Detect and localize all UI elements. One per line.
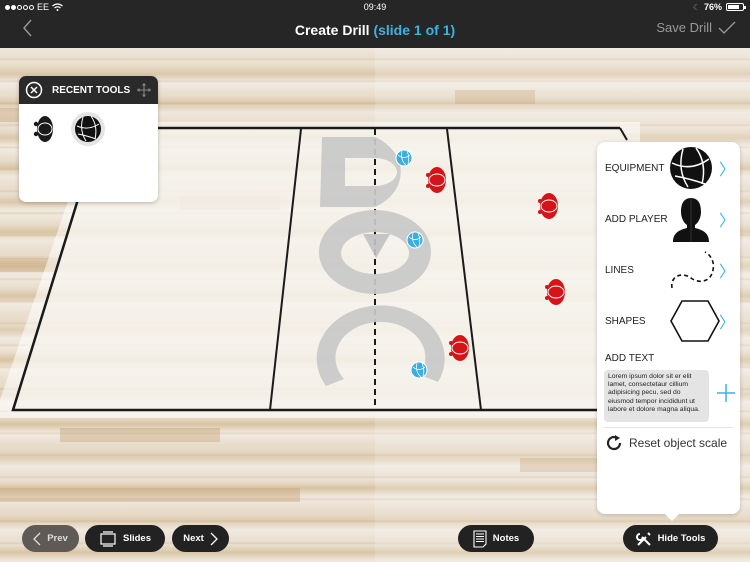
recent-tools-header[interactable]: RECENT TOOLS [19,76,158,104]
tool-shapes-label: SHAPES [605,315,646,327]
recent-tools-panel: RECENT TOOLS [19,76,158,202]
checkmark-icon [718,21,736,34]
chevron-right-icon [210,532,218,545]
slide-indicator: (slide 1 of 1) [373,22,456,38]
ball-marker [406,231,424,249]
battery-icon [726,3,746,11]
hide-tools-label: Hide Tools [657,533,706,544]
tool-lines[interactable]: LINES 〉 [597,245,740,295]
close-circle-icon[interactable] [25,81,43,99]
hexagon-icon [670,300,720,342]
next-label: Next [183,533,204,544]
tool-add-player-label: ADD PLAYER [605,213,668,225]
battery-info: ☾ 76% [692,2,746,12]
page-title: Create Drill (slide 1 of 1) [0,22,750,38]
plus-icon[interactable] [715,382,737,404]
chevron-right-icon: 〉 [718,162,735,179]
slides-button[interactable]: Slides [85,525,165,552]
reset-object-scale-button[interactable]: Reset object scale [605,434,727,452]
text-sample-box[interactable]: Lorem ipsum dolor sit er elit lamet, con… [604,370,709,422]
chevron-right-icon: 〉 [718,315,735,332]
clock: 09:49 [363,2,387,12]
add-text-label: ADD TEXT [605,353,655,364]
dashed-curve-icon [671,251,715,289]
save-drill-button[interactable]: Save Drill [656,20,736,35]
reset-label: Reset object scale [629,436,728,450]
refresh-icon [606,435,622,451]
top-bar: EE 09:49 ☾ 76% Create Drill (slide 1 of … [0,0,750,48]
chevron-left-icon [33,532,41,545]
tool-equipment-label: EQUIPMENT [605,162,665,174]
chevron-right-icon: 〉 [718,213,735,230]
notes-label: Notes [492,533,520,544]
slides-icon [100,530,116,547]
volleyball-icon [75,115,101,142]
ball-marker [395,149,413,167]
notes-button[interactable]: Notes [458,525,534,552]
player-topdown-icon[interactable] [33,114,55,144]
tool-lines-label: LINES [605,264,634,276]
tool-equipment[interactable]: EQUIPMENT 〉 [597,143,740,193]
ball-marker [410,361,428,379]
save-drill-label: Save Drill [656,20,712,35]
recent-tools-title: RECENT TOOLS [52,84,131,96]
chevron-right-icon: 〉 [718,264,735,281]
status-bar: EE 09:49 ☾ 76% [0,0,750,15]
volleyball-icon [670,147,712,189]
battery-percent: 76% [703,2,722,12]
slides-label: Slides [123,533,151,544]
next-button[interactable]: Next [172,525,229,552]
move-arrows-icon[interactable] [136,82,152,98]
tools-icon [635,531,651,546]
notes-icon [473,529,487,548]
recent-volleyball-item[interactable] [71,112,105,146]
prev-label: Prev [47,533,68,544]
divider [604,427,733,428]
hide-tools-button[interactable]: Hide Tools [623,525,718,552]
tool-shapes[interactable]: SHAPES 〉 [597,296,740,346]
tools-panel: EQUIPMENT 〉 ADD PLAYER 〉 LINES 〉 SHAPES … [597,142,740,521]
player-silhouette-icon [673,198,709,242]
title-text: Create Drill [294,22,370,38]
tool-add-player[interactable]: ADD PLAYER 〉 [597,194,740,244]
moon-icon: ☾ [692,2,700,12]
prev-button[interactable]: Prev [22,525,79,552]
